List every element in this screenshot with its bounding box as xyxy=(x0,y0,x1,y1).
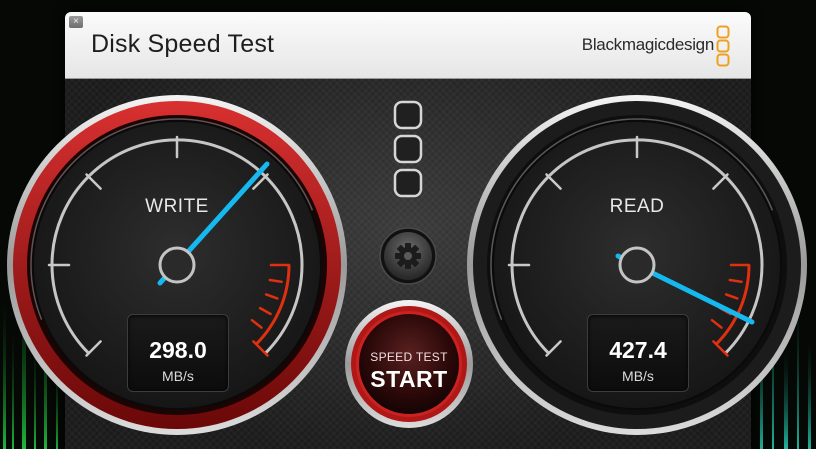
write-speed-unit: MB/s xyxy=(162,368,194,384)
write-readout: 298.0 MB/s xyxy=(127,314,229,392)
settings-button[interactable] xyxy=(379,227,437,285)
read-gauge-label: READ xyxy=(609,196,665,217)
write-speed-value: 298.0 xyxy=(149,337,207,363)
write-needle-hub xyxy=(158,246,196,284)
start-button-subtitle: SPEED TEST xyxy=(370,350,448,364)
start-button-label: START xyxy=(370,366,448,392)
gear-icon xyxy=(395,243,421,269)
read-needle-hub xyxy=(618,246,656,284)
read-readout: 427.4 MB/s xyxy=(587,314,689,392)
read-speed-unit: MB/s xyxy=(622,368,654,384)
write-gauge-label: WRITE xyxy=(145,196,209,217)
start-button[interactable] xyxy=(359,314,459,414)
read-speed-value: 427.4 xyxy=(609,337,667,363)
status-light-icon xyxy=(393,100,423,198)
